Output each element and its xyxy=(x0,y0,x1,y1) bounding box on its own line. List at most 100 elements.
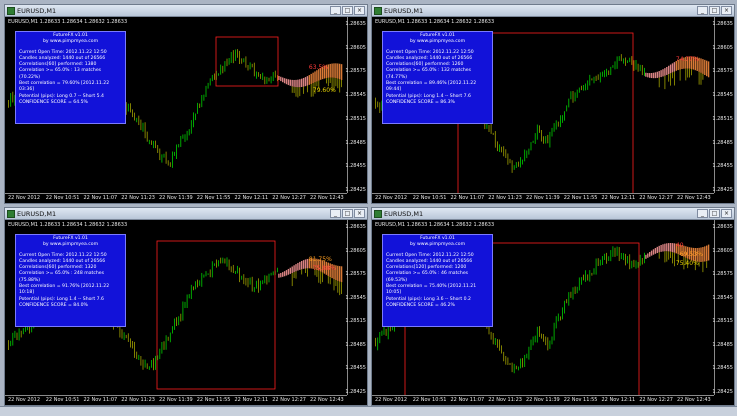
time-tick-label: 22 Nov 11:07 xyxy=(83,195,118,201)
time-tick-label: 22 Nov 11:23 xyxy=(121,397,155,403)
time-tick-label: 22 Nov 12:11 xyxy=(601,195,636,201)
chart-window[interactable]: EURUSD,M1 _ □ × EURUSD,M1 1.28633 1.28634 1.… xyxy=(4,4,368,204)
projection-percent-label: 79.60% xyxy=(312,86,336,94)
price-tick-label: 1.28575 xyxy=(712,271,733,278)
price-axis[interactable]: 1.28635 1.28605 1.28575 1.28545 1.28515 1.284… xyxy=(345,17,367,193)
price-tick-label: 1.28605 xyxy=(712,247,733,254)
chart-title: EURUSD,M1 xyxy=(384,210,424,218)
price-tick-label: 1.28545 xyxy=(345,92,366,99)
price-tick-label: 1.28545 xyxy=(712,294,733,301)
chart-window[interactable]: EURUSD,M1 _ □ × EURUSD,M1 1.28633 1.28634 1.… xyxy=(4,207,368,406)
status-bar xyxy=(0,406,737,416)
maximize-icon[interactable]: □ xyxy=(709,209,720,218)
close-icon[interactable]: × xyxy=(354,6,365,15)
price-axis[interactable]: 1.28635 1.28605 1.28575 1.28545 1.28515 1.284… xyxy=(712,17,734,193)
window-controls: _ □ × xyxy=(697,209,732,218)
time-tick-label: 22 Nov 11:07 xyxy=(450,195,485,201)
panel-stat-line: CONFIDENCE SCORE = 84.0% xyxy=(19,302,88,308)
price-tick-label: 1.28635 xyxy=(712,21,733,27)
price-tick-label: 1.28515 xyxy=(712,318,733,325)
price-tick-label: 1.28485 xyxy=(712,341,733,348)
chart-title-bar[interactable]: EURUSD,M1 _ □ × xyxy=(372,208,734,220)
chart-title: EURUSD,M1 xyxy=(17,7,57,15)
panel-stat-line: Correlation >= 65.0% : 46 matches (69.53… xyxy=(386,271,469,283)
panel-stat-line: Best correlation = 75.40% [2012.11.21 10… xyxy=(386,284,477,296)
maximize-icon[interactable]: □ xyxy=(709,6,720,15)
price-tick-label: 1.28515 xyxy=(345,318,366,325)
symbol-quote: EURUSD,M1 1.28633 1.28634 1.28632 1.2863… xyxy=(8,222,128,228)
projection-band xyxy=(278,258,343,296)
panel-stat-line: Correlation >= 65.0% : 13 matches (70.22… xyxy=(19,68,102,80)
time-tick-label: 22 Nov 2012 xyxy=(375,195,408,201)
time-tick-label: 22 Nov 12:43 xyxy=(310,195,344,201)
price-tick-label: 1.28455 xyxy=(712,163,733,170)
time-tick-label: 22 Nov 10:51 xyxy=(45,397,80,403)
time-tick-label: 22 Nov 2012 xyxy=(8,195,41,201)
time-tick-label: 22 Nov 12:27 xyxy=(272,195,306,201)
chart-window[interactable]: EURUSD,M1 _ □ × EURUSD,M1 1.28633 1.28634 1.… xyxy=(371,4,735,204)
minimize-icon[interactable]: _ xyxy=(330,6,341,15)
minimize-icon[interactable]: _ xyxy=(330,209,341,218)
close-icon[interactable]: × xyxy=(721,209,732,218)
price-axis[interactable]: 1.28635 1.28605 1.28575 1.28545 1.28515 1.284… xyxy=(712,220,734,395)
time-tick-label: 22 Nov 2012 xyxy=(375,397,408,403)
price-tick-label: 1.28515 xyxy=(345,115,366,122)
price-tick-label: 1.28575 xyxy=(712,68,733,75)
price-tick-label: 1.28635 xyxy=(345,224,366,230)
time-tick-label: 22 Nov 10:51 xyxy=(412,397,447,403)
projection-percent-label: 63.5% xyxy=(308,63,328,71)
time-tick-label: 22 Nov 12:43 xyxy=(677,195,711,201)
close-icon[interactable]: × xyxy=(354,209,365,218)
price-tick-label: 1.28545 xyxy=(345,294,366,301)
time-axis[interactable]: 22 Nov 2012 22 Nov 10:51 22 Nov 11:07 22 No… xyxy=(372,193,714,203)
price-axis[interactable]: 1.28635 1.28605 1.28575 1.28545 1.28515 1.284… xyxy=(345,220,367,395)
time-axis[interactable]: 22 Nov 2012 22 Nov 10:51 22 Nov 11:07 22 No… xyxy=(372,395,714,405)
price-tick-label: 1.28605 xyxy=(345,44,366,51)
chart-title-bar[interactable]: EURUSD,M1 _ □ × xyxy=(5,208,367,220)
time-axis[interactable]: 22 Nov 2012 22 Nov 10:51 22 Nov 11:07 22 No… xyxy=(5,193,347,203)
price-tick-label: 1.28455 xyxy=(712,365,733,372)
chart-window-icon xyxy=(374,7,382,15)
time-tick-label: 22 Nov 12:11 xyxy=(601,397,636,403)
chart-window-icon xyxy=(7,7,15,15)
price-tick-label: 1.28425 xyxy=(712,187,733,193)
time-tick-label: 22 Nov 12:11 xyxy=(234,397,269,403)
chart-title-bar[interactable]: EURUSD,M1 _ □ × xyxy=(372,5,734,17)
minimize-icon[interactable]: _ xyxy=(697,6,708,15)
price-tick-label: 1.28425 xyxy=(712,389,733,395)
time-tick-label: 22 Nov 11:39 xyxy=(159,195,193,201)
panel-stat-line: Current Open Time: 2012.11.22 12:50 xyxy=(19,49,107,55)
chart-window[interactable]: EURUSD,M1 _ □ × EURUSD,M1 1.28633 1.28634 1.… xyxy=(371,207,735,406)
price-tick-label: 1.28545 xyxy=(712,92,733,99)
time-tick-label: 22 Nov 11:39 xyxy=(159,397,193,403)
minimize-icon[interactable]: _ xyxy=(697,209,708,218)
projection-percent-label: 75.88% xyxy=(312,265,336,273)
projection-percent-label: 69.53% xyxy=(679,250,703,258)
price-tick-label: 1.28485 xyxy=(712,139,733,146)
time-tick-label: 22 Nov 11:55 xyxy=(563,195,598,201)
panel-stat-line: Current Open Time: 2012.11.22 12:50 xyxy=(386,49,474,55)
time-tick-label: 22 Nov 11:39 xyxy=(526,195,560,201)
maximize-icon[interactable]: □ xyxy=(342,6,353,15)
time-tick-label: 22 Nov 11:55 xyxy=(196,397,231,403)
futurefx-info-panel: FutureFX v1.01 by www.pimpmyea.com Current… xyxy=(382,234,493,327)
panel-stat-line: CONFIDENCE SCORE = 64.5% xyxy=(19,99,88,105)
price-tick-label: 1.28605 xyxy=(712,44,733,51)
chart-title-bar[interactable]: EURUSD,M1 _ □ × xyxy=(5,5,367,17)
time-tick-label: 22 Nov 12:27 xyxy=(639,195,673,201)
time-axis[interactable]: 22 Nov 2012 22 Nov 10:51 22 Nov 11:07 22 No… xyxy=(5,395,347,405)
price-tick-label: 1.28425 xyxy=(345,389,366,395)
time-tick-label: 22 Nov 11:55 xyxy=(196,195,231,201)
time-tick-label: 22 Nov 10:51 xyxy=(45,195,80,201)
symbol-quote: EURUSD,M1 1.28633 1.28634 1.28632 1.2863… xyxy=(375,222,495,228)
projection-percent-label: 81.75% xyxy=(308,256,332,264)
panel-stat-line: Correlation >= 65.0% : 132 matches (74.7… xyxy=(386,68,471,80)
close-icon[interactable]: × xyxy=(721,6,732,15)
time-tick-label: 22 Nov 11:55 xyxy=(563,397,598,403)
window-controls: _ □ × xyxy=(330,6,365,15)
time-tick-label: 22 Nov 12:43 xyxy=(310,397,344,403)
chart-window-icon xyxy=(374,210,382,218)
price-tick-label: 1.28605 xyxy=(345,247,366,254)
maximize-icon[interactable]: □ xyxy=(342,209,353,218)
futurefx-info-panel: FutureFX v1.01 by www.pimpmyea.com Current… xyxy=(15,31,126,124)
